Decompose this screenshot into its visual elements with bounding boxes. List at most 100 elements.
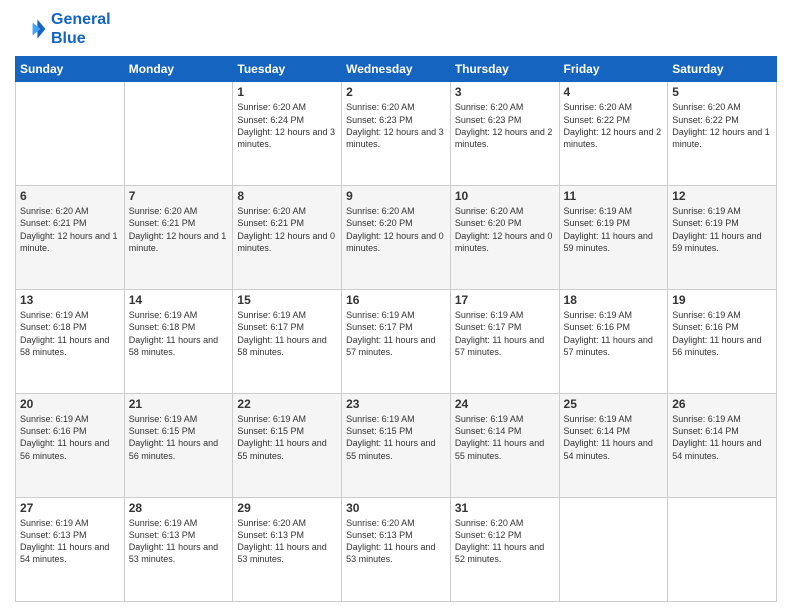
week-row-2: 6 Sunrise: 6:20 AM Sunset: 6:21 PM Daylig… bbox=[16, 186, 777, 290]
day-info: Sunrise: 6:19 AM Sunset: 6:15 PM Dayligh… bbox=[346, 413, 446, 462]
day-info: Sunrise: 6:19 AM Sunset: 6:17 PM Dayligh… bbox=[346, 309, 446, 358]
day-number: 9 bbox=[346, 189, 446, 203]
day-number: 30 bbox=[346, 501, 446, 515]
day-cell: 10Sunrise: 6:20 AM Sunset: 6:20 PM Dayli… bbox=[450, 186, 559, 290]
day-cell: 14Sunrise: 6:19 AM Sunset: 6:18 PM Dayli… bbox=[124, 290, 233, 394]
day-cell: 13 Sunrise: 6:19 AM Sunset: 6:18 PM Dayli… bbox=[16, 290, 125, 394]
day-cell: 29 Sunrise: 6:20 AM Sunset: 6:13 PM Dayli… bbox=[233, 498, 342, 602]
weekday-header-row: SundayMondayTuesdayWednesdayThursdayFrid… bbox=[16, 57, 777, 82]
day-number: 23 bbox=[346, 397, 446, 411]
weekday-header-sunday: Sunday bbox=[16, 57, 125, 82]
calendar-table: SundayMondayTuesdayWednesdayThursdayFrid… bbox=[15, 56, 777, 602]
day-cell: 24 Sunrise: 6:19 AM Sunset: 6:14 PM Dayli… bbox=[450, 394, 559, 498]
day-info: Sunrise: 6:19 AM Sunset: 6:14 PM Dayligh… bbox=[455, 413, 555, 462]
day-cell: 11 Sunrise: 6:19 AM Sunset: 6:19 PM Dayli… bbox=[559, 186, 668, 290]
day-number: 6 bbox=[20, 189, 120, 203]
day-number: 24 bbox=[455, 397, 555, 411]
day-number: 28 bbox=[129, 501, 229, 515]
day-cell: 26 Sunrise: 6:19 AM Sunset: 6:14 PM Dayli… bbox=[668, 394, 777, 498]
day-cell: 16 Sunrise: 6:19 AM Sunset: 6:17 PM Dayli… bbox=[342, 290, 451, 394]
day-info: Sunrise: 6:19 AM Sunset: 6:18 PM Dayligh… bbox=[20, 309, 120, 358]
day-info: Sunrise: 6:20 AM Sunset: 6:21 PM Dayligh… bbox=[237, 205, 337, 254]
day-number: 31 bbox=[455, 501, 555, 515]
day-info: Sunrise: 6:19 AM Sunset: 6:13 PM Dayligh… bbox=[129, 517, 229, 566]
week-row-1: 1Sunrise: 6:20 AM Sunset: 6:24 PM Daylig… bbox=[16, 82, 777, 186]
page: General Blue SundayMondayTuesdayWednesda… bbox=[0, 0, 792, 612]
day-number: 20 bbox=[20, 397, 120, 411]
logo-text: General Blue bbox=[51, 10, 111, 48]
weekday-header-monday: Monday bbox=[124, 57, 233, 82]
day-cell: 15Sunrise: 6:19 AM Sunset: 6:17 PM Dayli… bbox=[233, 290, 342, 394]
day-cell: 8Sunrise: 6:20 AM Sunset: 6:21 PM Daylig… bbox=[233, 186, 342, 290]
day-info: Sunrise: 6:20 AM Sunset: 6:22 PM Dayligh… bbox=[564, 101, 664, 150]
weekday-header-thursday: Thursday bbox=[450, 57, 559, 82]
day-number: 26 bbox=[672, 397, 772, 411]
day-info: Sunrise: 6:20 AM Sunset: 6:13 PM Dayligh… bbox=[346, 517, 446, 566]
day-cell: 22 Sunrise: 6:19 AM Sunset: 6:15 PM Dayli… bbox=[233, 394, 342, 498]
day-number: 29 bbox=[237, 501, 337, 515]
day-number: 25 bbox=[564, 397, 664, 411]
day-number: 22 bbox=[237, 397, 337, 411]
day-number: 19 bbox=[672, 293, 772, 307]
day-info: Sunrise: 6:19 AM Sunset: 6:16 PM Dayligh… bbox=[20, 413, 120, 462]
day-info: Sunrise: 6:19 AM Sunset: 6:17 PM Dayligh… bbox=[237, 309, 337, 358]
day-info: Sunrise: 6:20 AM Sunset: 6:20 PM Dayligh… bbox=[346, 205, 446, 254]
day-cell: 17 Sunrise: 6:19 AM Sunset: 6:17 PM Dayli… bbox=[450, 290, 559, 394]
day-info: Sunrise: 6:19 AM Sunset: 6:16 PM Dayligh… bbox=[564, 309, 664, 358]
day-cell: 18Sunrise: 6:19 AM Sunset: 6:16 PM Dayli… bbox=[559, 290, 668, 394]
week-row-5: 27Sunrise: 6:19 AM Sunset: 6:13 PM Dayli… bbox=[16, 498, 777, 602]
day-cell: 3Sunrise: 6:20 AM Sunset: 6:23 PM Daylig… bbox=[450, 82, 559, 186]
day-cell: 5 Sunrise: 6:20 AM Sunset: 6:22 PM Daylig… bbox=[668, 82, 777, 186]
day-info: Sunrise: 6:20 AM Sunset: 6:21 PM Dayligh… bbox=[20, 205, 120, 254]
weekday-header-saturday: Saturday bbox=[668, 57, 777, 82]
day-info: Sunrise: 6:19 AM Sunset: 6:13 PM Dayligh… bbox=[20, 517, 120, 566]
day-cell: 31 Sunrise: 6:20 AM Sunset: 6:12 PM Dayli… bbox=[450, 498, 559, 602]
header: General Blue bbox=[15, 10, 777, 48]
day-info: Sunrise: 6:20 AM Sunset: 6:23 PM Dayligh… bbox=[455, 101, 555, 150]
day-info: Sunrise: 6:19 AM Sunset: 6:14 PM Dayligh… bbox=[672, 413, 772, 462]
day-info: Sunrise: 6:19 AM Sunset: 6:15 PM Dayligh… bbox=[237, 413, 337, 462]
day-number: 16 bbox=[346, 293, 446, 307]
day-cell: 19 Sunrise: 6:19 AM Sunset: 6:16 PM Dayli… bbox=[668, 290, 777, 394]
day-cell: 2 Sunrise: 6:20 AM Sunset: 6:23 PM Daylig… bbox=[342, 82, 451, 186]
day-cell bbox=[559, 498, 668, 602]
weekday-header-wednesday: Wednesday bbox=[342, 57, 451, 82]
weekday-header-tuesday: Tuesday bbox=[233, 57, 342, 82]
day-cell bbox=[668, 498, 777, 602]
day-number: 5 bbox=[672, 85, 772, 99]
week-row-4: 20 Sunrise: 6:19 AM Sunset: 6:16 PM Dayli… bbox=[16, 394, 777, 498]
day-number: 13 bbox=[20, 293, 120, 307]
day-cell: 12Sunrise: 6:19 AM Sunset: 6:19 PM Dayli… bbox=[668, 186, 777, 290]
day-info: Sunrise: 6:19 AM Sunset: 6:19 PM Dayligh… bbox=[564, 205, 664, 254]
day-info: Sunrise: 6:20 AM Sunset: 6:12 PM Dayligh… bbox=[455, 517, 555, 566]
day-number: 2 bbox=[346, 85, 446, 99]
day-number: 17 bbox=[455, 293, 555, 307]
day-info: Sunrise: 6:19 AM Sunset: 6:17 PM Dayligh… bbox=[455, 309, 555, 358]
day-cell bbox=[124, 82, 233, 186]
day-number: 14 bbox=[129, 293, 229, 307]
day-info: Sunrise: 6:19 AM Sunset: 6:14 PM Dayligh… bbox=[564, 413, 664, 462]
day-number: 7 bbox=[129, 189, 229, 203]
day-cell: 9 Sunrise: 6:20 AM Sunset: 6:20 PM Daylig… bbox=[342, 186, 451, 290]
day-number: 21 bbox=[129, 397, 229, 411]
day-cell: 27Sunrise: 6:19 AM Sunset: 6:13 PM Dayli… bbox=[16, 498, 125, 602]
day-number: 4 bbox=[564, 85, 664, 99]
day-cell: 28 Sunrise: 6:19 AM Sunset: 6:13 PM Dayli… bbox=[124, 498, 233, 602]
day-cell: 6 Sunrise: 6:20 AM Sunset: 6:21 PM Daylig… bbox=[16, 186, 125, 290]
day-cell: 21 Sunrise: 6:19 AM Sunset: 6:15 PM Dayli… bbox=[124, 394, 233, 498]
day-info: Sunrise: 6:20 AM Sunset: 6:13 PM Dayligh… bbox=[237, 517, 337, 566]
week-row-3: 13 Sunrise: 6:19 AM Sunset: 6:18 PM Dayli… bbox=[16, 290, 777, 394]
day-info: Sunrise: 6:19 AM Sunset: 6:19 PM Dayligh… bbox=[672, 205, 772, 254]
day-cell: 4 Sunrise: 6:20 AM Sunset: 6:22 PM Daylig… bbox=[559, 82, 668, 186]
day-info: Sunrise: 6:20 AM Sunset: 6:23 PM Dayligh… bbox=[346, 101, 446, 150]
day-number: 11 bbox=[564, 189, 664, 203]
day-cell: 1Sunrise: 6:20 AM Sunset: 6:24 PM Daylig… bbox=[233, 82, 342, 186]
day-info: Sunrise: 6:20 AM Sunset: 6:22 PM Dayligh… bbox=[672, 101, 772, 150]
logo: General Blue bbox=[15, 10, 111, 48]
logo-icon bbox=[15, 13, 47, 45]
weekday-header-friday: Friday bbox=[559, 57, 668, 82]
day-info: Sunrise: 6:19 AM Sunset: 6:15 PM Dayligh… bbox=[129, 413, 229, 462]
day-info: Sunrise: 6:20 AM Sunset: 6:24 PM Dayligh… bbox=[237, 101, 337, 150]
day-info: Sunrise: 6:19 AM Sunset: 6:16 PM Dayligh… bbox=[672, 309, 772, 358]
day-cell: 7Sunrise: 6:20 AM Sunset: 6:21 PM Daylig… bbox=[124, 186, 233, 290]
